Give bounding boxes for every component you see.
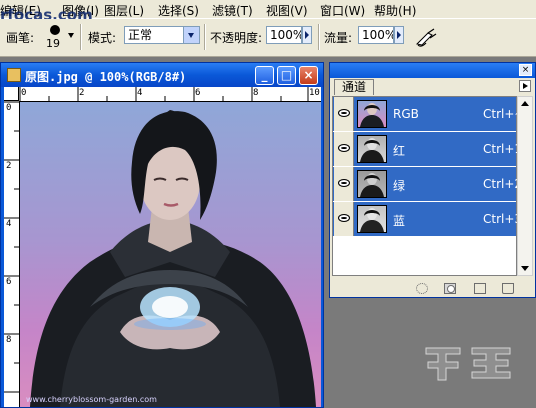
menu-help[interactable]: 帮助(H): [374, 2, 416, 19]
channel-thumbnail: [357, 170, 387, 198]
ruler-ticks: [19, 87, 309, 101]
opacity-field[interactable]: 100%: [266, 26, 302, 44]
document-icon: [7, 68, 21, 82]
channel-name: 蓝: [393, 214, 406, 228]
channels-panel: × 通道 RGB Ctrl+~ 红 Ctrl+1 绿 Ctrl+2 蓝 Ctrl…: [329, 62, 536, 298]
portrait-photo: [30, 110, 316, 407]
menu-layer[interactable]: 图层(L): [104, 2, 144, 19]
trash-icon[interactable]: [502, 283, 514, 294]
divider: [80, 24, 82, 50]
panel-title-bar[interactable]: ×: [330, 63, 535, 78]
brush-label: 画笔:: [6, 31, 35, 45]
channel-row-blue[interactable]: 蓝 Ctrl+3: [333, 202, 522, 237]
new-channel-icon[interactable]: [474, 283, 486, 294]
menu-view[interactable]: 视图(V): [266, 2, 308, 19]
flow-field[interactable]: 100%: [358, 26, 394, 44]
vertical-ruler[interactable]: 0 2 4 6 8: [4, 101, 20, 407]
ruler-origin[interactable]: [4, 87, 19, 101]
channel-row-red[interactable]: 红 Ctrl+1: [333, 132, 522, 167]
close-icon: ×: [303, 68, 314, 82]
menu-filter[interactable]: 滤镜(T): [212, 2, 253, 19]
horizontal-ruler[interactable]: 0 2 4 6 8 10: [19, 87, 321, 102]
options-bar: 画笔: 19 模式: 正常 不透明度: 100% 流量: 100%: [0, 19, 536, 57]
panel-scrollbar[interactable]: [517, 96, 533, 276]
maximize-button[interactable]: □: [277, 66, 296, 85]
eye-icon[interactable]: [334, 132, 354, 166]
load-selection-icon[interactable]: [416, 283, 428, 294]
channel-name: 绿: [393, 179, 406, 193]
save-selection-icon[interactable]: [444, 283, 456, 294]
channel-row-green[interactable]: 绿 Ctrl+2: [333, 167, 522, 202]
brush-tip-icon: [50, 25, 60, 35]
ruler-ticks: [4, 101, 19, 393]
channel-thumbnail: [357, 100, 387, 128]
document-window: 原图.jpg @ 100%(RGB/8#) _ □ × 0 2 4 6 8 10…: [0, 62, 324, 408]
airbrush-icon[interactable]: [414, 26, 440, 48]
maximize-icon: □: [280, 68, 293, 82]
site-logo: [420, 340, 516, 397]
minimize-icon: _: [261, 68, 268, 82]
eye-icon[interactable]: [334, 202, 354, 236]
photo-canvas[interactable]: www.cherryblossom-garden.com: [20, 102, 321, 407]
close-icon[interactable]: ×: [519, 64, 532, 76]
channel-name: 红: [393, 144, 406, 158]
divider: [204, 24, 206, 50]
divider: [318, 24, 320, 50]
channel-list: RGB Ctrl+~ 红 Ctrl+1 绿 Ctrl+2 蓝 Ctrl+3: [332, 96, 524, 276]
chevron-down-icon[interactable]: [68, 33, 74, 38]
menu-select[interactable]: 选择(S): [158, 2, 199, 19]
chevron-down-icon: [183, 27, 199, 43]
photo-credit: www.cherryblossom-garden.com: [26, 395, 157, 404]
opacity-label: 不透明度:: [210, 31, 263, 45]
channel-thumbnail: [357, 205, 387, 233]
mode-select[interactable]: 正常: [124, 26, 200, 44]
mode-value: 正常: [128, 28, 153, 42]
document-title: 原图.jpg @ 100%(RGB/8#): [25, 70, 187, 84]
tab-channels[interactable]: 通道: [334, 79, 374, 95]
brush-preset-picker[interactable]: 19: [44, 23, 68, 51]
opacity-slider-toggle[interactable]: [302, 26, 312, 44]
channel-name: RGB: [393, 107, 419, 121]
channel-thumbnail: [357, 135, 387, 163]
document-title-bar[interactable]: 原图.jpg @ 100%(RGB/8#) _ □ ×: [1, 63, 323, 87]
brush-size-value: 19: [46, 37, 60, 50]
mode-label: 模式:: [88, 31, 117, 45]
menu-bar: 编辑(E) 图像(I) 图层(L) 选择(S) 滤镜(T) 视图(V) 窗口(W…: [0, 0, 536, 24]
flow-slider-toggle[interactable]: [394, 26, 404, 44]
logo-glyphs: [425, 347, 511, 381]
eye-icon[interactable]: [334, 167, 354, 201]
minimize-button[interactable]: _: [255, 66, 274, 85]
channel-row-rgb[interactable]: RGB Ctrl+~: [333, 97, 524, 132]
panel-menu-button[interactable]: [519, 80, 531, 92]
flow-label: 流量:: [324, 31, 353, 45]
eye-icon[interactable]: [334, 97, 354, 131]
panel-footer: [330, 281, 535, 297]
close-button[interactable]: ×: [299, 66, 318, 85]
menu-window[interactable]: 窗口(W): [320, 2, 365, 19]
